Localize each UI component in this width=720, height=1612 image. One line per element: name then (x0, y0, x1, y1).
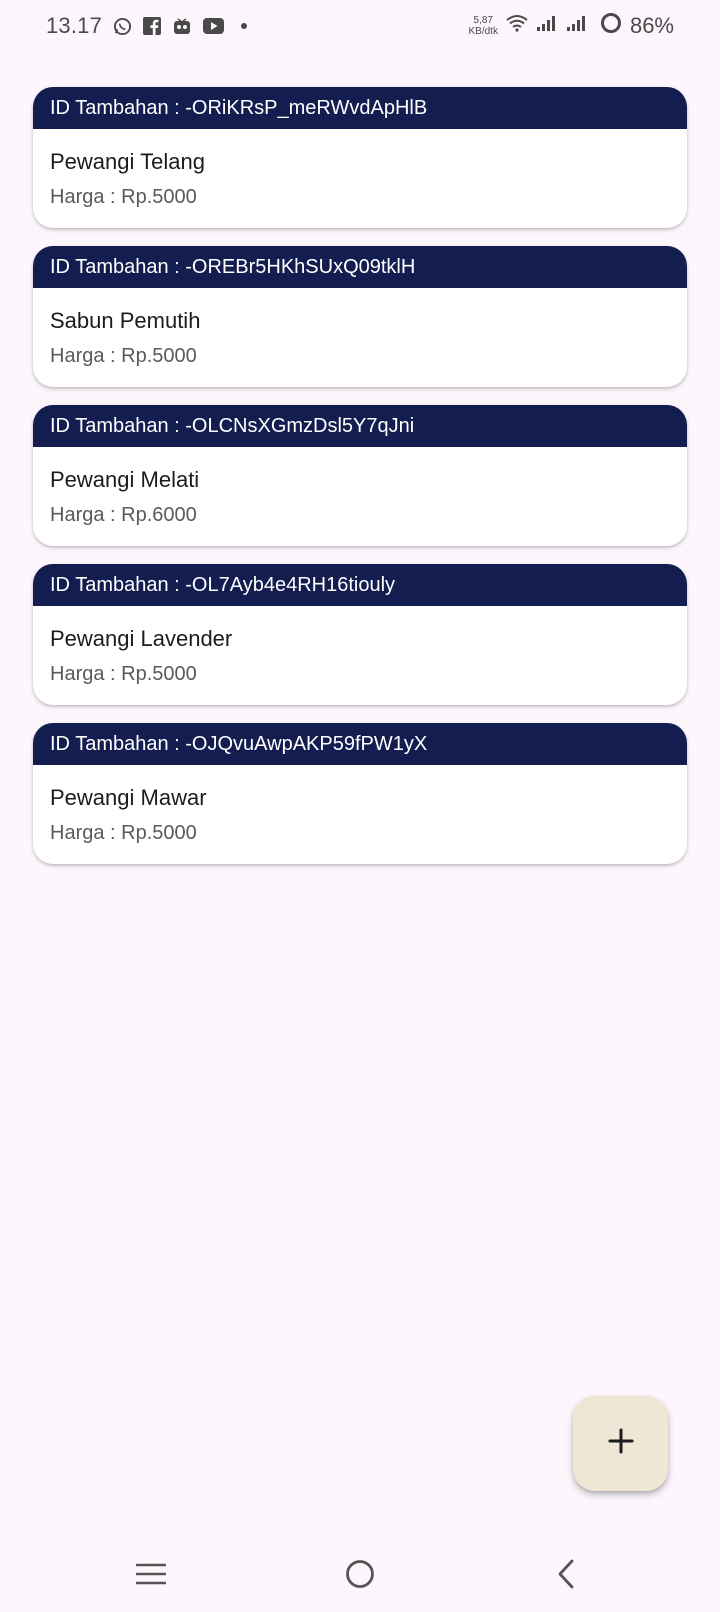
item-name: Pewangi Lavender (50, 626, 233, 651)
item-id-header: ID Tambahan : -OJQvuAwpAKP59fPW1yX (33, 723, 687, 765)
status-bar: 13.17 5,87 KB/dtk 86% (0, 0, 720, 56)
item-name: Sabun Pemutih (50, 308, 201, 333)
more-notifications-dot-icon (234, 16, 254, 36)
item-price: Harga : Rp.5000 (50, 822, 197, 844)
youtube-icon (202, 16, 224, 36)
battery-percentage: 86% (629, 12, 674, 38)
facebook-icon (142, 16, 162, 36)
battery-icon (600, 12, 622, 39)
item-id-header: ID Tambahan : -OREBr5HKhSUxQ09tklH (33, 246, 687, 288)
back-button[interactable] (542, 1554, 590, 1598)
back-chevron-icon (555, 1559, 577, 1594)
signal-strength-icon (536, 14, 558, 37)
item-price: Harga : Rp.5000 (50, 186, 197, 208)
app-notification-icon (172, 16, 192, 36)
network-speed-value: 5,87 (473, 14, 493, 26)
item-price: Harga : Rp.5000 (50, 663, 197, 685)
item-id-header: ID Tambahan : -OLCNsXGmzDsl5Y7qJni (33, 405, 687, 447)
network-speed: 5,87 KB/dtk (468, 15, 497, 37)
network-speed-unit: KB/dtk (468, 25, 498, 37)
status-time: 13.17 (46, 13, 103, 38)
item-name: Pewangi Telang (50, 149, 205, 174)
list-item[interactable]: ID Tambahan : -OREBr5HKhSUxQ09tklH Sabun… (33, 246, 687, 387)
list-item[interactable]: ID Tambahan : -ORiKRsP_meRWvdApHlB Pewan… (33, 87, 687, 228)
menu-icon (135, 1563, 167, 1590)
item-name: Pewangi Mawar (50, 785, 207, 810)
list-item[interactable]: ID Tambahan : -OLCNsXGmzDsl5Y7qJni Pewan… (33, 405, 687, 546)
whatsapp-icon (112, 16, 132, 36)
list-item[interactable]: ID Tambahan : -OL7Ayb4e4RH16tiouly Pewan… (33, 564, 687, 705)
notification-icons (112, 16, 254, 36)
wifi-icon (506, 14, 528, 37)
system-navigation-bar (0, 1540, 720, 1612)
plus-icon (607, 1427, 635, 1460)
list-item[interactable]: ID Tambahan : -OJQvuAwpAKP59fPW1yX Pewan… (33, 723, 687, 864)
signal-strength-icon-2 (566, 14, 588, 37)
home-button[interactable] (336, 1554, 384, 1598)
item-price: Harga : Rp.6000 (50, 504, 197, 526)
item-name: Pewangi Melati (50, 467, 200, 492)
item-id-header: ID Tambahan : -OL7Ayb4e4RH16tiouly (33, 564, 687, 606)
home-circle-icon (345, 1559, 375, 1594)
add-item-button[interactable] (573, 1396, 668, 1491)
item-price: Harga : Rp.5000 (50, 345, 197, 367)
system-status-icons: 5,87 KB/dtk 86% (468, 12, 674, 39)
recent-apps-button[interactable] (127, 1554, 175, 1598)
item-list: ID Tambahan : -ORiKRsP_meRWvdApHlB Pewan… (33, 87, 687, 882)
item-id-header: ID Tambahan : -ORiKRsP_meRWvdApHlB (33, 87, 687, 129)
